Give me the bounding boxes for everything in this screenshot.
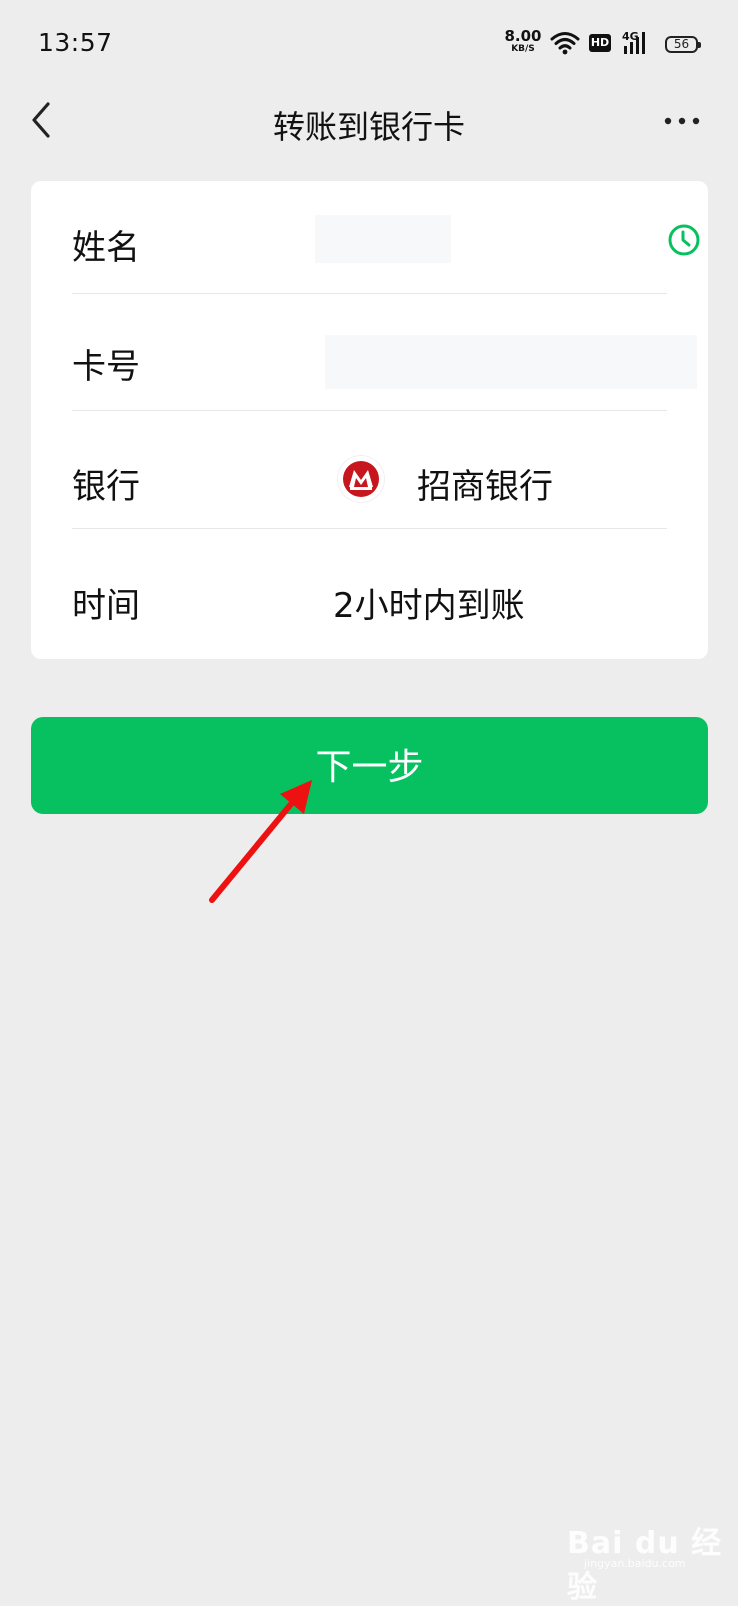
page-title: 转账到银行卡	[272, 108, 465, 146]
form-row-card-number: 卡号	[72, 300, 697, 419]
status-time: 13:57	[38, 28, 113, 57]
signal-icon	[624, 32, 645, 54]
bank-name: 招商银行	[417, 467, 553, 507]
form-row-arrival-time: 时间 2小时内到账	[72, 539, 667, 658]
card-number-label: 卡号	[72, 347, 140, 387]
divider	[72, 410, 667, 411]
next-step-button[interactable]: 下一步	[31, 717, 708, 814]
annotation-arrow-icon	[209, 780, 312, 903]
hd-badge: HD	[589, 34, 611, 52]
battery-indicator: 56	[665, 36, 701, 53]
divider	[72, 528, 667, 529]
network-speed: 8.00 KB/S	[503, 29, 543, 54]
name-input[interactable]	[315, 215, 451, 263]
title-bar: 转账到银行卡	[0, 90, 738, 180]
status-bar: 13:57 8.00 KB/S HD 4G 56	[0, 0, 738, 90]
bank-label: 银行	[72, 467, 140, 507]
time-label: 时间	[72, 586, 140, 626]
cmb-logo-icon	[338, 456, 384, 502]
network-speed-unit: KB/S	[511, 44, 535, 54]
more-icon[interactable]	[660, 106, 704, 136]
clock-icon[interactable]	[667, 223, 701, 257]
transfer-form-card: 姓名 卡号 银行 招商银行 时间 2小时内到账	[31, 181, 708, 659]
form-row-bank[interactable]: 银行 招商银行	[72, 420, 667, 539]
form-row-name: 姓名	[72, 181, 700, 300]
watermark-sub: jingyan.baidu.com	[584, 1557, 686, 1570]
network-speed-value: 8.00	[504, 27, 542, 45]
divider	[72, 293, 667, 294]
name-label: 姓名	[72, 228, 140, 268]
arrival-time-value: 2小时内到账	[333, 586, 525, 626]
card-number-input[interactable]	[325, 335, 697, 389]
wifi-icon	[550, 32, 580, 55]
